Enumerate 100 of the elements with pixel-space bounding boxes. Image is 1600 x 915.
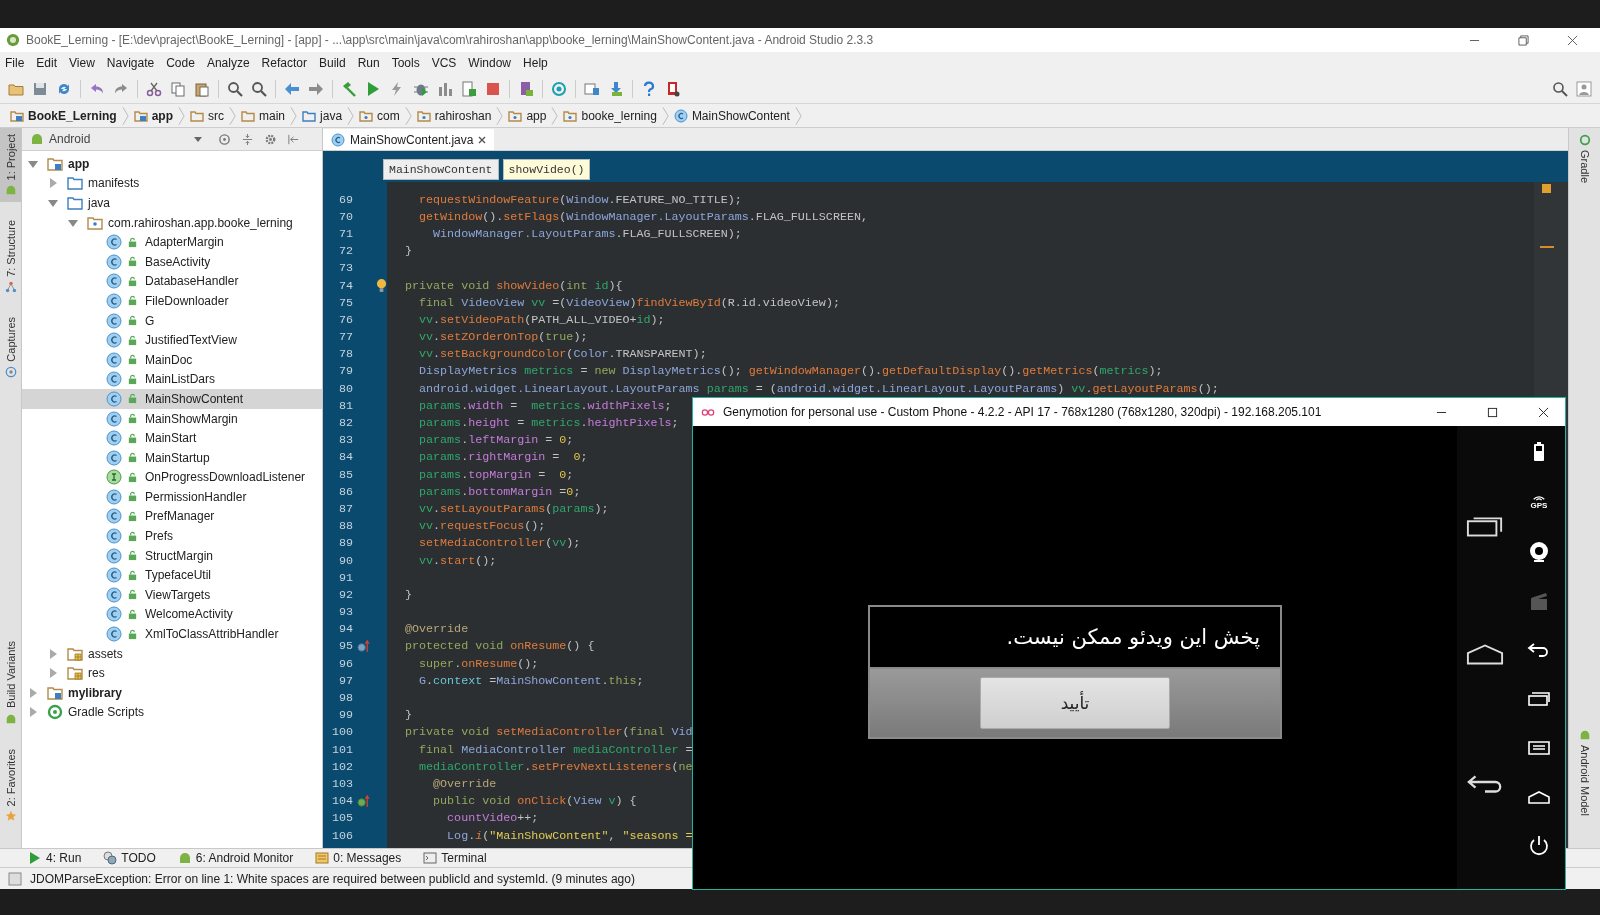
menu-item[interactable]: Refactor xyxy=(261,56,307,70)
attach-icon[interactable] xyxy=(461,80,477,97)
menu-item[interactable]: Analyze xyxy=(206,56,250,70)
expand-arrow-icon[interactable] xyxy=(48,198,58,208)
expand-arrow-icon[interactable] xyxy=(48,648,58,659)
tree-item[interactable]: WelcomeActivity xyxy=(22,604,322,625)
tool-window-button[interactable]: Captures xyxy=(0,311,21,384)
tree-item[interactable]: TypefaceUtil xyxy=(22,565,322,586)
breadcrumb-item[interactable]: com xyxy=(357,108,402,123)
search-icon[interactable] xyxy=(227,80,243,97)
tool-window-button[interactable]: 1: Project xyxy=(0,128,21,203)
tool-window-button[interactable]: 2: Favorites xyxy=(0,742,21,828)
forward-icon[interactable] xyxy=(308,80,324,97)
breadcrumb-item[interactable]: MainShowContent xyxy=(671,108,792,123)
breadcrumb-item[interactable]: booke_lerning xyxy=(561,108,659,123)
run-icon[interactable] xyxy=(365,80,381,97)
tool-window-tab[interactable]: 4: Run xyxy=(28,851,82,865)
tree-item[interactable]: FileDownloader xyxy=(22,291,322,311)
menu-item[interactable]: Run xyxy=(357,56,380,70)
tool-window-tab[interactable]: TODO xyxy=(103,851,156,865)
menu-item[interactable]: File xyxy=(5,56,25,70)
expand-arrow-icon[interactable] xyxy=(48,178,58,189)
tree-item[interactable]: JustifiedTextView xyxy=(22,330,322,350)
tree-item[interactable]: Gradle Scripts xyxy=(22,702,322,723)
menu-item[interactable]: Navigate xyxy=(106,56,155,70)
tree-item[interactable]: MainStart xyxy=(22,428,322,448)
sync-project-icon[interactable] xyxy=(551,80,567,97)
panel-toggle-icon[interactable] xyxy=(8,871,22,886)
help-icon[interactable] xyxy=(641,80,657,97)
tree-item[interactable]: MainDoc xyxy=(22,349,322,370)
hide-panel-icon[interactable] xyxy=(287,132,300,146)
lightbulb-icon[interactable] xyxy=(375,278,387,294)
menu-item[interactable]: Window xyxy=(468,56,512,70)
settings-icon[interactable] xyxy=(264,132,277,146)
tree-item[interactable]: ViewTargets xyxy=(22,585,322,605)
tree-item[interactable]: res xyxy=(22,663,322,684)
tree-item[interactable]: DatabaseHandler xyxy=(22,271,322,292)
crosshair-icon[interactable] xyxy=(218,132,231,146)
stop-icon[interactable] xyxy=(485,80,501,97)
tool-window-button[interactable]: 7: Structure xyxy=(0,214,21,300)
breadcrumb-item[interactable]: app xyxy=(131,108,176,123)
menu-item[interactable]: Code xyxy=(166,56,195,70)
tree-item[interactable]: assets xyxy=(22,643,322,664)
menu-item[interactable]: Edit xyxy=(36,56,58,70)
breadcrumb-item[interactable]: java xyxy=(300,108,345,123)
tree-item[interactable]: manifests xyxy=(22,173,322,194)
user-icon[interactable] xyxy=(1576,80,1592,97)
menu-item[interactable]: Tools xyxy=(391,56,420,70)
tree-item[interactable]: Prefs xyxy=(22,526,322,546)
tool-window-tab[interactable]: 6: Android Monitor xyxy=(177,851,294,865)
menu-item[interactable]: VCS xyxy=(431,56,457,70)
tree-item[interactable]: java xyxy=(22,193,322,213)
phone-icon[interactable] xyxy=(518,80,534,97)
expand-arrow-icon[interactable] xyxy=(48,668,58,679)
tree-item[interactable]: PrefManager xyxy=(22,506,322,527)
close-icon[interactable] xyxy=(1538,406,1549,418)
tree-item[interactable]: BaseActivity xyxy=(22,251,322,272)
tree-item[interactable]: AdapterMargin xyxy=(22,232,322,252)
camera-icon[interactable] xyxy=(1527,540,1551,564)
paste-icon[interactable] xyxy=(194,80,210,97)
tree-item[interactable]: StructMargin xyxy=(22,545,322,566)
analysis-marker[interactable] xyxy=(1542,184,1551,193)
override-marker-icon[interactable] xyxy=(356,639,370,653)
tool-window-tab[interactable]: 0: Messages xyxy=(315,851,402,865)
close-icon[interactable] xyxy=(478,135,487,144)
tool-window-button[interactable]: Build Variants xyxy=(0,635,21,731)
confirm-button[interactable]: تأیید xyxy=(980,677,1170,729)
close-icon[interactable] xyxy=(1567,34,1578,46)
menu-item[interactable]: View xyxy=(69,56,95,70)
tree-item[interactable]: MainShowMargin xyxy=(22,408,322,429)
cut-icon[interactable] xyxy=(146,80,162,97)
expand-arrow-icon[interactable] xyxy=(28,158,38,169)
tree-item[interactable]: app xyxy=(22,154,322,174)
profiler-icon[interactable] xyxy=(437,80,453,97)
tree-item[interactable]: MainStartup xyxy=(22,447,322,468)
save-icon[interactable] xyxy=(32,80,48,97)
menu-item[interactable]: Build xyxy=(318,56,346,70)
expand-arrow-icon[interactable] xyxy=(68,217,78,228)
device-icon[interactable] xyxy=(665,80,681,97)
code-breadcrumb[interactable]: showVideo() xyxy=(502,159,591,180)
tree-item[interactable]: mylibrary xyxy=(22,683,322,703)
gps-button[interactable]: GPS xyxy=(1527,489,1551,515)
hammer-icon[interactable] xyxy=(341,80,357,97)
copy-icon[interactable] xyxy=(170,80,186,97)
tree-item[interactable]: G xyxy=(22,310,322,331)
tree-item[interactable]: com.rahiroshan.app.booke_lerning xyxy=(22,212,322,233)
expand-arrow-icon[interactable] xyxy=(28,707,38,718)
tool-window-button[interactable]: Android Model xyxy=(1578,723,1591,822)
home-icon[interactable] xyxy=(1466,642,1504,666)
tree-item[interactable]: MainShowContent xyxy=(22,389,322,409)
expand-arrow-icon[interactable] xyxy=(28,687,38,698)
tool-window-tab[interactable]: Terminal xyxy=(423,851,487,865)
code-breadcrumb[interactable]: MainShowContent xyxy=(383,159,499,180)
tool-window-button[interactable]: Gradle xyxy=(1578,128,1591,190)
collapse-icon[interactable] xyxy=(241,132,254,146)
maximize-icon[interactable] xyxy=(1487,406,1498,418)
power-icon[interactable] xyxy=(1527,834,1551,858)
breadcrumb-item[interactable]: BookE_Lerning xyxy=(8,108,119,123)
recent-apps-icon[interactable] xyxy=(1466,514,1504,538)
menu-item[interactable]: Help xyxy=(523,56,548,70)
